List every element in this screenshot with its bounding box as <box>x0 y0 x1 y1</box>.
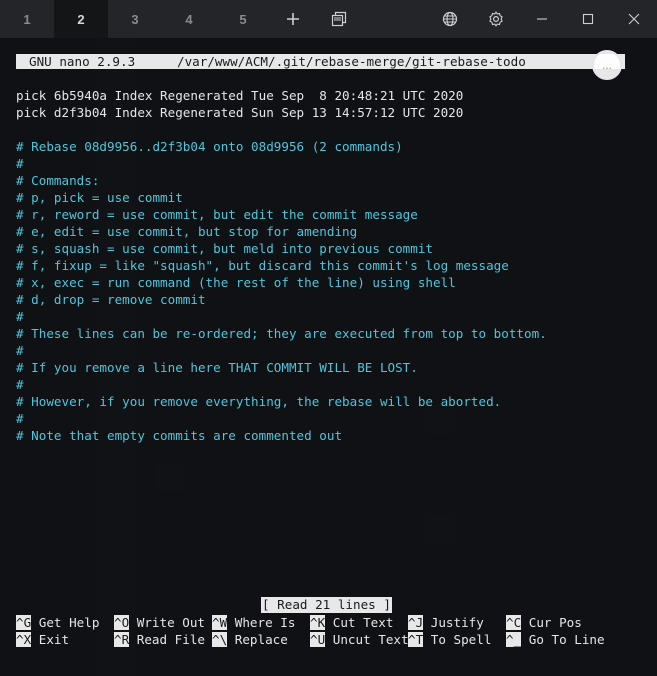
shortcut-get-help[interactable]: ^G Get Help <box>16 614 99 631</box>
comment-line: # Commands: <box>16 173 100 188</box>
shortcut-key: ^U <box>310 632 326 647</box>
comment-line: # <box>16 343 24 358</box>
shortcut-uncut-text[interactable]: ^U Uncut Text <box>310 631 409 648</box>
comment-line: # <box>16 309 24 324</box>
pick-line: pick d2f3b04 Index Regenerated Sun Sep 1… <box>16 105 464 120</box>
shortcut-read-file[interactable]: ^R Read File <box>114 631 205 648</box>
tab-bar: 1 2 3 4 5 <box>0 0 657 38</box>
shortcut-cut-text[interactable]: ^K Cut Text <box>310 614 393 631</box>
comment-line: # However, if you remove everything, the… <box>16 394 502 409</box>
globe-icon[interactable] <box>427 0 473 38</box>
shortcut-key: ^K <box>310 615 326 630</box>
shortcut-label: To Spell <box>423 632 492 647</box>
shortcut-label: Get Help <box>31 615 100 630</box>
shortcut-to-spell[interactable]: ^T To Spell <box>408 631 491 648</box>
terminal-area[interactable]: GNU nano 2.9.3 /var/www/ACM/.git/rebase-… <box>0 38 657 676</box>
comment-line: # f, fixup = like "squash", but discard … <box>16 258 509 273</box>
shortcut-label: Replace <box>227 632 288 647</box>
shortcut-label: Where Is <box>227 615 296 630</box>
tab-2[interactable]: 2 <box>54 0 108 38</box>
shortcut-label: Go To Line <box>521 632 605 647</box>
gear-icon[interactable] <box>473 0 519 38</box>
shortcut-exit[interactable]: ^X Exit <box>16 631 69 648</box>
maximize-icon[interactable] <box>565 0 611 38</box>
tab-5[interactable]: 5 <box>216 0 270 38</box>
comment-line: # x, exec = run command (the rest of the… <box>16 275 456 290</box>
shortcut-label: Justify <box>423 615 484 630</box>
shortcut-label: Cut Text <box>325 615 394 630</box>
shortcut-write-out[interactable]: ^O Write Out <box>114 614 205 631</box>
comment-line: # <box>16 156 24 171</box>
tab-4[interactable]: 4 <box>162 0 216 38</box>
shortcut-key: ^\ <box>212 632 228 647</box>
shortcut-justify[interactable]: ^J Justify <box>408 614 484 631</box>
comment-line: # r, reword = use commit, but edit the c… <box>16 207 418 222</box>
shortcut-key: ^J <box>408 615 424 630</box>
pick-line: pick 6b5940a Index Regenerated Tue Sep 8… <box>16 88 464 103</box>
shortcut-label: Exit <box>31 632 70 647</box>
shortcut-key: ^X <box>16 632 32 647</box>
comment-line: # Note that empty commits are commented … <box>16 428 343 443</box>
shortcut-label: Read File <box>129 632 205 647</box>
shortcut-key: ^G <box>16 615 32 630</box>
comment-line: # d, drop = remove commit <box>16 292 206 307</box>
tabs-overview-icon[interactable] <box>316 0 362 38</box>
comment-line: # Rebase 08d9956..d2f3b04 onto 08d9956 (… <box>16 139 403 154</box>
scroll-indicator[interactable]: ... <box>592 50 622 80</box>
shortcut-replace[interactable]: ^\ Replace <box>212 631 288 648</box>
shortcut-key: ^W <box>212 615 228 630</box>
file-path: /var/www/ACM/.git/rebase-merge/git-rebas… <box>177 54 526 69</box>
shortcut-cur-pos[interactable]: ^C Cur Pos <box>506 614 582 631</box>
shortcut-key: ^C <box>506 615 522 630</box>
status-message: [ Read 21 lines ] <box>261 597 392 613</box>
shortcut-key: ^T <box>408 632 424 647</box>
minimize-icon[interactable] <box>519 0 565 38</box>
shortcut-key: ^O <box>114 615 130 630</box>
nano-title-bar: GNU nano 2.9.3 /var/www/ACM/.git/rebase-… <box>16 54 625 69</box>
comment-line: # If you remove a line here THAT COMMIT … <box>16 360 418 375</box>
close-icon[interactable] <box>611 0 657 38</box>
shortcut-key: ^R <box>114 632 130 647</box>
nano-version: GNU nano 2.9.3 <box>29 54 136 69</box>
shortcut-go-to-line[interactable]: ^_ Go To Line <box>506 631 605 648</box>
shortcut-label: Uncut Text <box>325 632 409 647</box>
comment-line: # <box>16 411 24 426</box>
shortcut-key: ^_ <box>506 632 522 647</box>
comment-line: # s, squash = use commit, but meld into … <box>16 241 434 256</box>
tab-1[interactable]: 1 <box>0 0 54 38</box>
shortcut-label: Cur Pos <box>521 615 582 630</box>
comment-line: # <box>16 377 24 392</box>
comment-line: # These lines can be re-ordered; they ar… <box>16 326 547 341</box>
tab-3[interactable]: 3 <box>108 0 162 38</box>
shortcut-label: Write Out <box>129 615 205 630</box>
new-tab-icon[interactable] <box>270 0 316 38</box>
comment-line: # e, edit = use commit, but stop for ame… <box>16 224 358 239</box>
comment-line: # p, pick = use commit <box>16 190 183 205</box>
shortcut-where-is[interactable]: ^W Where Is <box>212 614 295 631</box>
